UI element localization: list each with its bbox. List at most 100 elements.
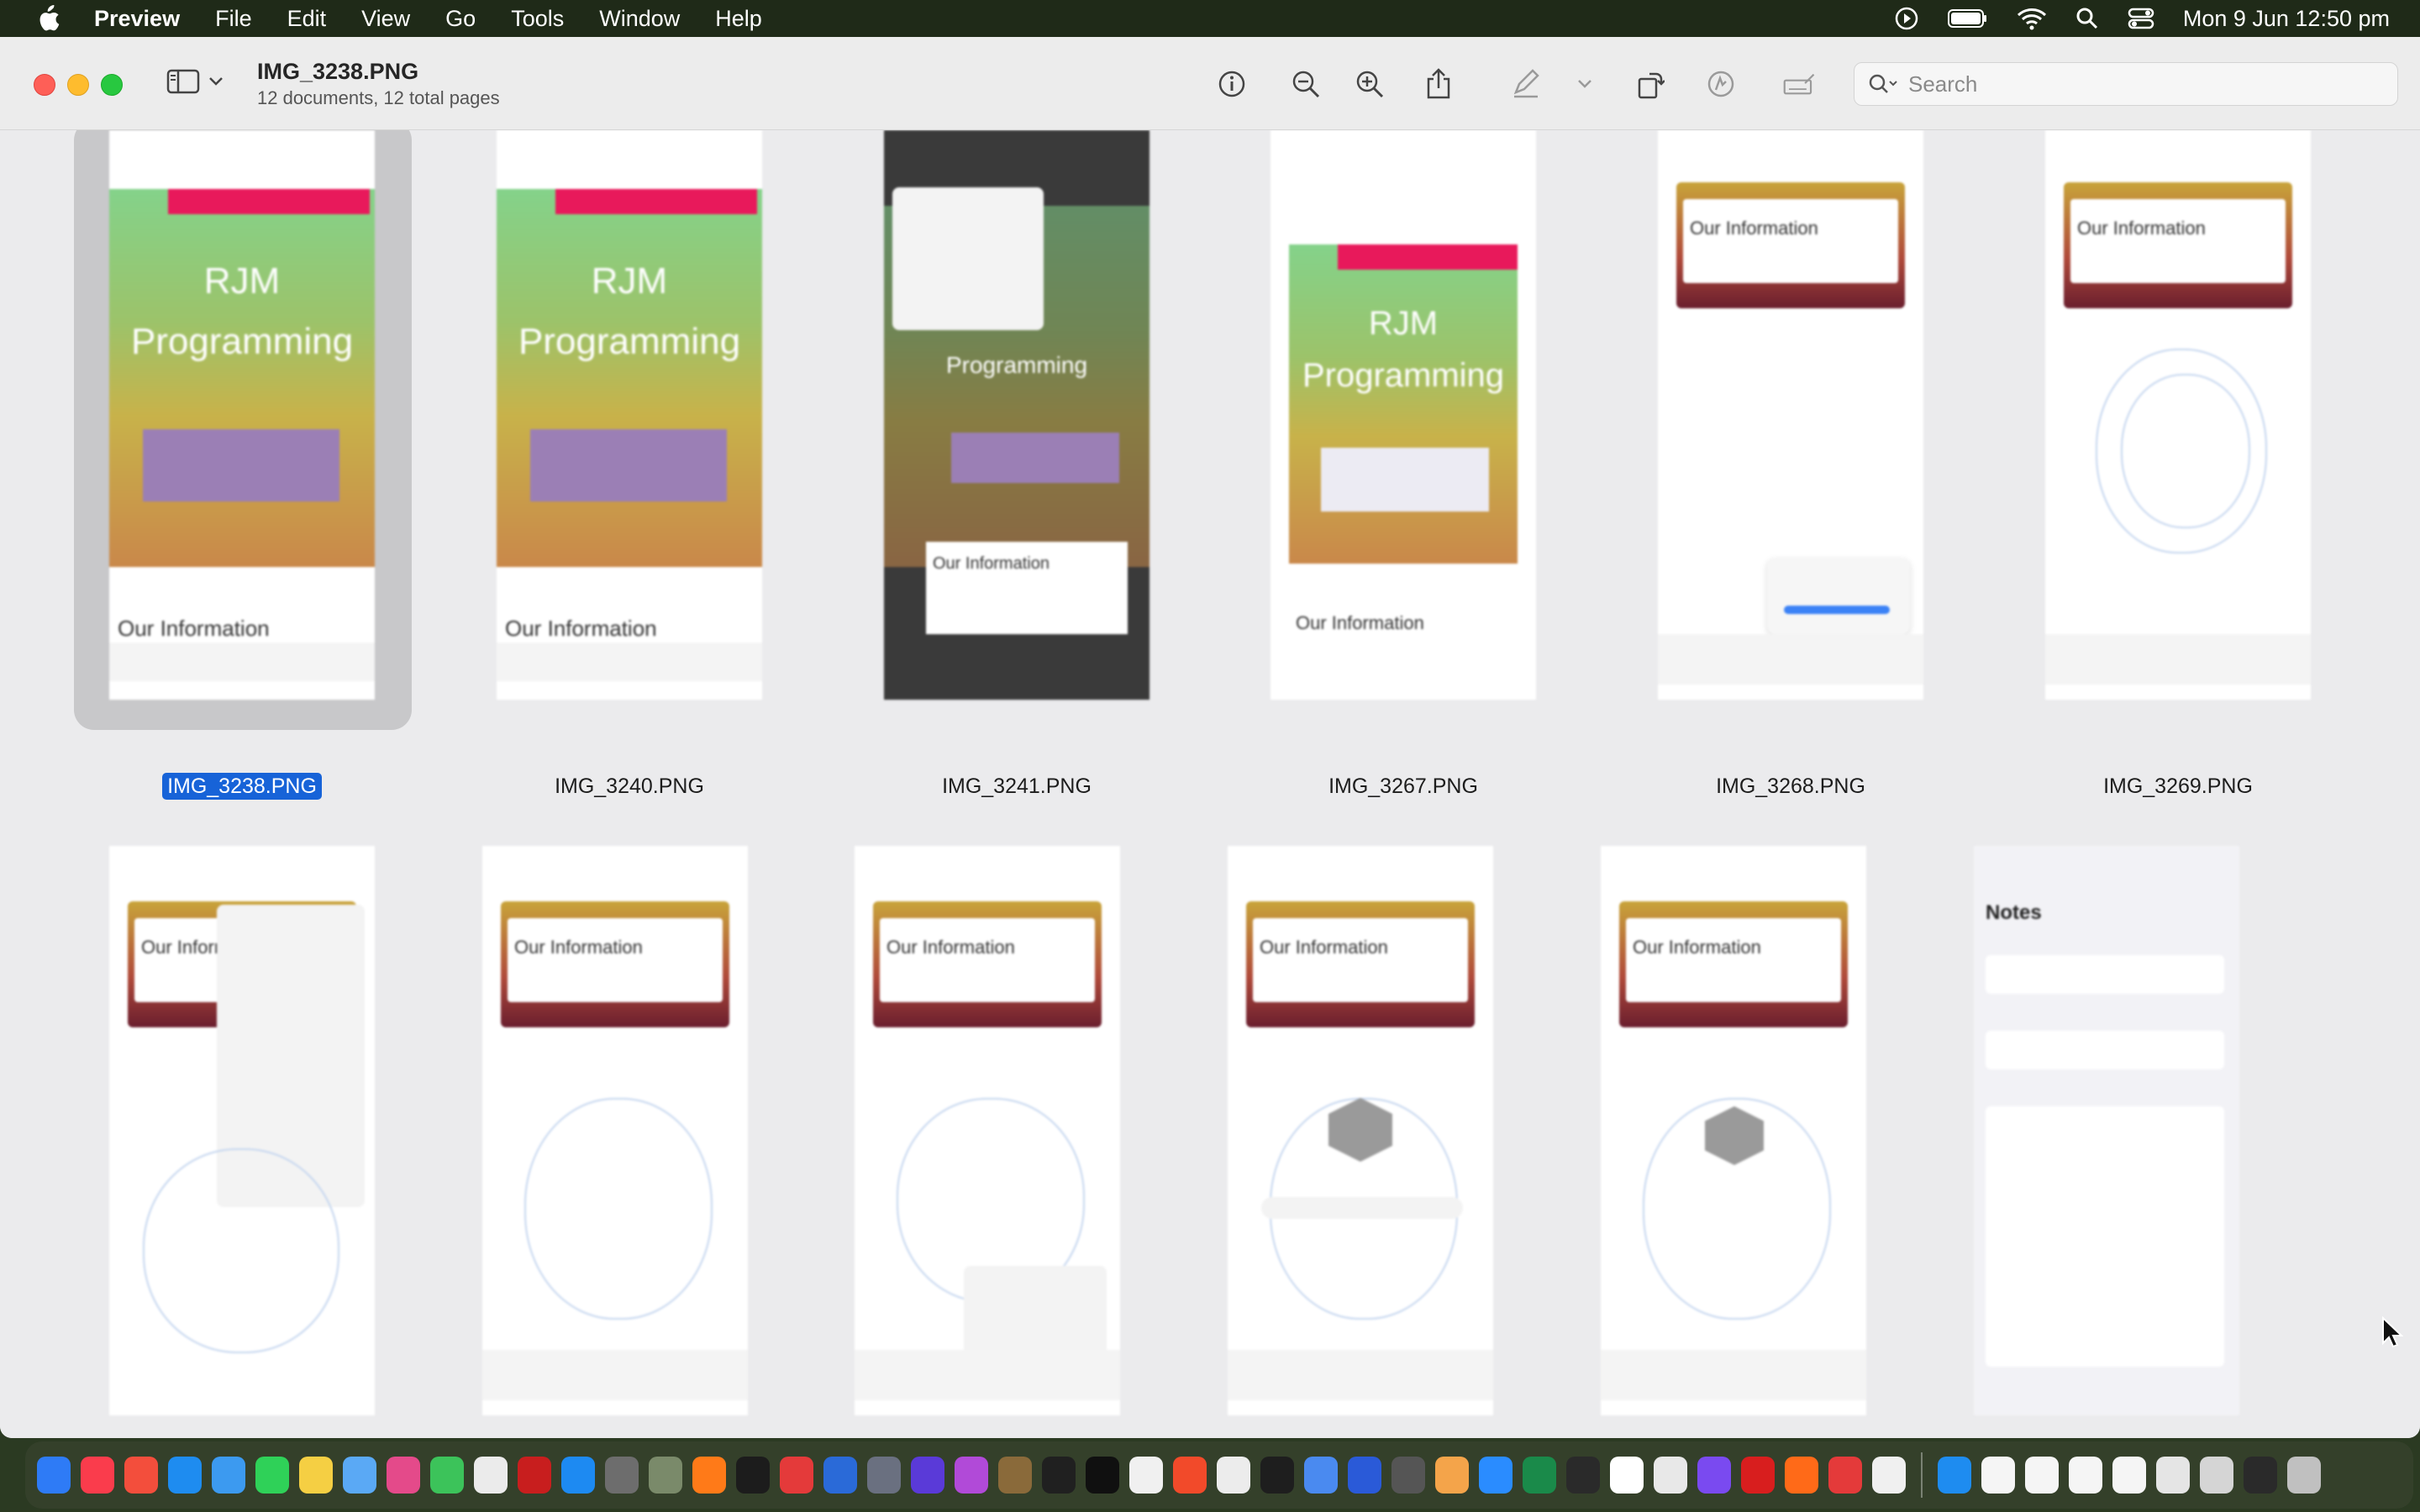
dock-app-icon[interactable] xyxy=(649,1457,682,1494)
thumbnail-label[interactable]: IMG_3240.PNG xyxy=(497,774,762,799)
dock-app-icon[interactable] xyxy=(212,1457,245,1494)
dock-app-icon[interactable] xyxy=(2156,1457,2190,1494)
dock-app-icon[interactable] xyxy=(1304,1457,1338,1494)
dock-app-icon[interactable] xyxy=(168,1457,202,1494)
menu-file[interactable]: File xyxy=(215,6,252,32)
wifi-icon[interactable] xyxy=(2017,7,2047,30)
thumbnail-row2-3[interactable]: Our Information xyxy=(855,846,1120,1415)
share-button[interactable] xyxy=(1422,67,1455,101)
dock-app-icon[interactable] xyxy=(1523,1457,1556,1494)
dock-app-icon[interactable] xyxy=(1872,1457,1906,1494)
dock-app-icon[interactable] xyxy=(37,1457,71,1494)
dock-app-icon[interactable] xyxy=(474,1457,508,1494)
thumbnail-label[interactable]: IMG_3268.PNG xyxy=(1658,774,1923,799)
dock-app-icon[interactable] xyxy=(911,1457,944,1494)
dock-app-icon[interactable] xyxy=(1260,1457,1294,1494)
dock-app-icon[interactable] xyxy=(823,1457,857,1494)
dock-app-icon[interactable] xyxy=(1435,1457,1469,1494)
dock-app-icon[interactable] xyxy=(1566,1457,1600,1494)
dock-app-icon[interactable] xyxy=(1741,1457,1775,1494)
dock-app-icon[interactable] xyxy=(2200,1457,2233,1494)
thumbnail-img-3268[interactable]: Our Information xyxy=(1658,130,1923,700)
dock-app-icon[interactable] xyxy=(518,1457,551,1494)
zoom-out-button[interactable] xyxy=(1289,67,1323,101)
thumbnail-img-3269[interactable]: Our Information xyxy=(2045,130,2311,700)
dock-app-icon[interactable] xyxy=(692,1457,726,1494)
thumbnail-label[interactable]: IMG_3269.PNG xyxy=(2045,774,2311,799)
thumbnail-img-3241[interactable]: Programming Our Information xyxy=(884,130,1150,700)
search-input[interactable] xyxy=(1907,70,2381,98)
menu-help[interactable]: Help xyxy=(715,6,762,32)
sidebar-toggle-button[interactable] xyxy=(166,69,224,94)
dock-app-icon[interactable] xyxy=(2069,1457,2102,1494)
dock-app-icon[interactable] xyxy=(343,1457,376,1494)
close-button[interactable] xyxy=(34,74,55,96)
markup-pen-button[interactable] xyxy=(1509,67,1543,101)
dock-app-icon[interactable] xyxy=(1348,1457,1381,1494)
dock-app-icon[interactable] xyxy=(1217,1457,1250,1494)
dock-app-icon[interactable] xyxy=(1129,1457,1163,1494)
menu-go[interactable]: Go xyxy=(445,6,476,32)
menu-tools[interactable]: Tools xyxy=(511,6,564,32)
menu-view[interactable]: View xyxy=(361,6,410,32)
search-field[interactable] xyxy=(1854,62,2398,106)
thumbnail-row2-5[interactable]: Our Information xyxy=(1601,846,1866,1415)
thumbnail-row2-4[interactable]: Our Information xyxy=(1228,846,1493,1415)
dock-app-icon[interactable] xyxy=(1392,1457,1425,1494)
dock-app-icon[interactable] xyxy=(1828,1457,1862,1494)
dock-app-icon[interactable] xyxy=(736,1457,770,1494)
info-button[interactable] xyxy=(1215,67,1249,101)
now-playing-icon[interactable] xyxy=(1894,6,1919,31)
dock-app-icon[interactable] xyxy=(1938,1457,1971,1494)
dock-app-icon[interactable] xyxy=(1697,1457,1731,1494)
dock-app-icon[interactable] xyxy=(1981,1457,2015,1494)
thumbnail-img-3238[interactable]: RJM Programming Our Information xyxy=(74,130,412,730)
dock-app-icon[interactable] xyxy=(1654,1457,1687,1494)
dock-app-icon[interactable] xyxy=(255,1457,289,1494)
thumbnail-label[interactable]: IMG_3267.PNG xyxy=(1270,774,1536,799)
dock-app-icon[interactable] xyxy=(561,1457,595,1494)
clock[interactable]: Mon 9 Jun 12:50 pm xyxy=(2183,6,2390,32)
dock-app-icon[interactable] xyxy=(2025,1457,2059,1494)
zoom-in-button[interactable] xyxy=(1353,67,1386,101)
dock-app-icon[interactable] xyxy=(955,1457,988,1494)
battery-icon[interactable] xyxy=(1947,8,1988,29)
spotlight-icon[interactable] xyxy=(2075,7,2099,30)
dock-app-icon[interactable] xyxy=(387,1457,420,1494)
dock-app-icon[interactable] xyxy=(605,1457,639,1494)
dock-app-icon[interactable] xyxy=(780,1457,813,1494)
thumbnail-row2-2[interactable]: Our Information xyxy=(482,846,748,1415)
dock-app-icon[interactable] xyxy=(124,1457,158,1494)
thumbnail-row2-6[interactable]: Notes xyxy=(1974,846,2239,1415)
dock-app-icon[interactable] xyxy=(1479,1457,1512,1494)
dock-app-icon[interactable] xyxy=(1610,1457,1644,1494)
thumbnail-row2-1[interactable]: Our Information xyxy=(109,846,375,1415)
dock-app-icon[interactable] xyxy=(1086,1457,1119,1494)
dock-app-icon[interactable] xyxy=(2244,1457,2277,1494)
menu-window[interactable]: Window xyxy=(599,6,680,32)
thumbnail-img-3240[interactable]: RJM Programming Our Information xyxy=(497,130,762,700)
thumbnail-img-3267[interactable]: RJM Programming Our Information xyxy=(1270,130,1536,700)
thumbnail-label[interactable]: IMG_3241.PNG xyxy=(884,774,1150,799)
thumbnail-label[interactable]: IMG_3238.PNG xyxy=(109,773,375,800)
rotate-button[interactable] xyxy=(1634,67,1667,101)
dock-app-icon[interactable] xyxy=(299,1457,333,1494)
dock-app-icon[interactable] xyxy=(867,1457,901,1494)
minimize-button[interactable] xyxy=(67,74,89,96)
dock-app-icon[interactable] xyxy=(81,1457,114,1494)
zoom-button[interactable] xyxy=(101,74,123,96)
form-fill-button[interactable] xyxy=(1783,67,1817,101)
menu-app-name[interactable]: Preview xyxy=(94,6,180,32)
highlight-button[interactable] xyxy=(1704,67,1738,101)
dock-app-icon[interactable] xyxy=(1173,1457,1207,1494)
dock-app-icon[interactable] xyxy=(998,1457,1032,1494)
menu-edit[interactable]: Edit xyxy=(287,6,327,32)
dock-app-icon[interactable] xyxy=(2287,1457,2321,1494)
dock-app-icon[interactable] xyxy=(430,1457,464,1494)
dock-app-icon[interactable] xyxy=(1042,1457,1076,1494)
control-center-icon[interactable] xyxy=(2128,7,2154,30)
markup-menu-button[interactable] xyxy=(1568,67,1602,101)
apple-menu-icon[interactable] xyxy=(34,4,60,33)
dock-app-icon[interactable] xyxy=(1785,1457,1818,1494)
dock-app-icon[interactable] xyxy=(2112,1457,2146,1494)
